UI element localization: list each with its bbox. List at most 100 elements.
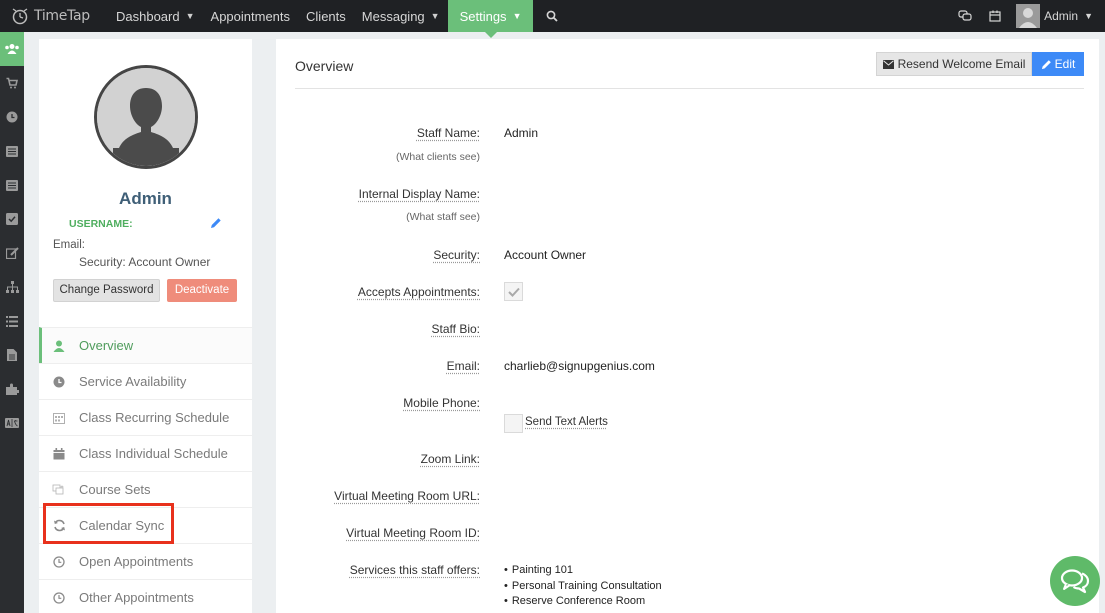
internal-display-name-label: Internal Display Name: — [358, 187, 480, 201]
send-text-alerts-checkbox[interactable] — [504, 414, 523, 433]
menu-item-service-availability[interactable]: Service Availability — [39, 363, 252, 399]
clock-icon[interactable] — [0, 100, 24, 134]
calendar-icon — [52, 447, 66, 461]
accepts-appointments-checkbox[interactable] — [504, 282, 523, 301]
email-field-label: Email: — [446, 359, 480, 373]
menu-item-class-individual-schedule[interactable]: Class Individual Schedule — [39, 435, 252, 471]
send-text-alerts-label[interactable]: Send Text Alerts — [525, 416, 608, 428]
staff-icon[interactable] — [0, 32, 24, 66]
search-icon[interactable] — [537, 0, 567, 32]
divider — [295, 88, 1084, 89]
list-icon[interactable] — [0, 134, 24, 168]
vm-room-url-label: Virtual Meeting Room URL: — [334, 489, 480, 503]
resend-welcome-email-button[interactable]: Resend Welcome Email — [876, 52, 1032, 76]
left-rail — [0, 32, 24, 613]
list-item: Personal Training Consultation — [504, 579, 662, 595]
top-navbar: TimeTap Dashboard ▼ Appointments Clients … — [0, 0, 1105, 38]
nav-appointments[interactable]: Appointments — [203, 0, 299, 32]
puzzle-icon[interactable] — [0, 372, 24, 406]
resend-label: Resend Welcome Email — [897, 57, 1026, 71]
live-chat-button[interactable] — [1050, 556, 1100, 606]
calendar-icon[interactable] — [980, 0, 1010, 32]
file-icon[interactable] — [0, 338, 24, 372]
nav-clients[interactable]: Clients — [298, 0, 354, 32]
chat-bubbles-icon[interactable] — [950, 0, 980, 32]
menu-label-class-individual: Class Individual Schedule — [79, 446, 228, 461]
envelope-icon — [882, 59, 894, 69]
nav-messaging[interactable]: Messaging ▼ — [354, 0, 448, 32]
services-list: Painting 101 Personal Training Consultat… — [504, 563, 662, 610]
list-item: Reserve Conference Room — [504, 594, 662, 610]
accepts-appointments-label: Accepts Appointments: — [357, 285, 480, 299]
nav-dashboard[interactable]: Dashboard ▼ — [108, 0, 203, 32]
logo-icon — [12, 8, 28, 25]
profile-avatar[interactable] — [94, 65, 198, 169]
deactivate-button[interactable]: Deactivate — [167, 279, 237, 302]
pencil-icon[interactable] — [210, 217, 222, 232]
chevron-down-icon: ▼ — [512, 11, 522, 21]
mobile-phone-label: Mobile Phone: — [403, 396, 480, 410]
menu-label-other-appointments: Other Appointments — [79, 590, 194, 605]
avatar — [1016, 4, 1041, 28]
staff-name-label: Staff Name: — [416, 126, 480, 140]
zoom-link-label: Zoom Link: — [420, 452, 480, 466]
nav-appointments-label: Appointments — [210, 8, 291, 24]
check-icon — [507, 287, 520, 297]
profile-card: Admin USERNAME: Email: Security: Account… — [39, 39, 252, 327]
list-alt-icon[interactable] — [0, 168, 24, 202]
menu-item-open-appointments[interactable]: Open Appointments — [39, 543, 252, 579]
menu-label-overview: Overview — [79, 338, 134, 353]
internal-display-name-hint: (What staff see) — [406, 211, 480, 223]
username-label: USERNAME: — [69, 218, 133, 230]
user-name: Admin — [1044, 9, 1079, 23]
check-square-icon[interactable] — [0, 202, 24, 236]
cart-icon[interactable] — [0, 66, 24, 100]
email-label: Email: — [53, 239, 85, 251]
chevron-down-icon: ▼ — [185, 11, 195, 21]
edit-label: Edit — [1054, 57, 1076, 71]
translate-icon[interactable] — [0, 406, 24, 440]
timetap-logo[interactable]: TimeTap — [0, 0, 108, 32]
overview-panel: Overview Resend Welcome Email Edit Staff… — [276, 39, 1099, 613]
user-menu[interactable]: Admin ▼ — [1010, 0, 1105, 32]
menu-label-course-sets: Course Sets — [79, 482, 151, 497]
change-password-button[interactable]: Change Password — [53, 279, 160, 302]
edit-icon[interactable] — [0, 236, 24, 270]
nav-dashboard-label: Dashboard — [116, 8, 180, 24]
staff-name-hint: (What clients see) — [395, 151, 480, 163]
menu-item-course-sets[interactable]: Course Sets — [39, 471, 252, 507]
logo-text: TimeTap — [34, 8, 90, 24]
staff-bio-label: Staff Bio: — [431, 322, 480, 336]
nav-clients-label: Clients — [306, 8, 346, 24]
vm-room-id-label: Virtual Meeting Room ID: — [346, 526, 480, 540]
course-sets-icon — [52, 483, 66, 497]
chevron-down-icon: ▼ — [1084, 11, 1093, 21]
staff-side-menu: Overview Service Availability Class Recu… — [39, 327, 252, 613]
nav-right: Admin ▼ — [950, 0, 1105, 32]
services-label: Services this staff offers: — [349, 563, 480, 577]
menu-item-overview[interactable]: Overview — [39, 327, 252, 363]
security-line: Security: Account Owner — [79, 255, 211, 269]
security-label: Security: — [433, 248, 480, 262]
nav-settings-label: Settings — [459, 8, 507, 24]
profile-name: Admin — [119, 189, 172, 208]
pencil-icon — [1041, 59, 1051, 69]
menu-item-class-recurring-schedule[interactable]: Class Recurring Schedule — [39, 399, 252, 435]
nav-messaging-label: Messaging — [361, 8, 425, 24]
edit-button[interactable]: Edit — [1032, 52, 1084, 76]
sitemap-icon[interactable] — [0, 270, 24, 304]
security-value: Account Owner — [504, 248, 587, 262]
list-lines-icon[interactable] — [0, 304, 24, 338]
menu-item-other-appointments[interactable]: Other Appointments — [39, 579, 252, 613]
menu-label-open-appointments: Open Appointments — [79, 554, 194, 569]
clock-icon — [52, 375, 66, 389]
staff-name-value: Admin — [504, 126, 539, 140]
user-icon — [52, 339, 66, 353]
menu-label-service-availability: Service Availability — [79, 374, 187, 389]
chevron-down-icon: ▼ — [430, 11, 440, 21]
menu-label-class-recurring: Class Recurring Schedule — [79, 410, 230, 425]
nav-settings[interactable]: Settings ▼ — [447, 0, 534, 38]
clock-outline-icon — [52, 555, 66, 569]
calendar-sync-highlight — [43, 503, 174, 544]
email-value: charlieb@signupgenius.com — [504, 359, 655, 373]
